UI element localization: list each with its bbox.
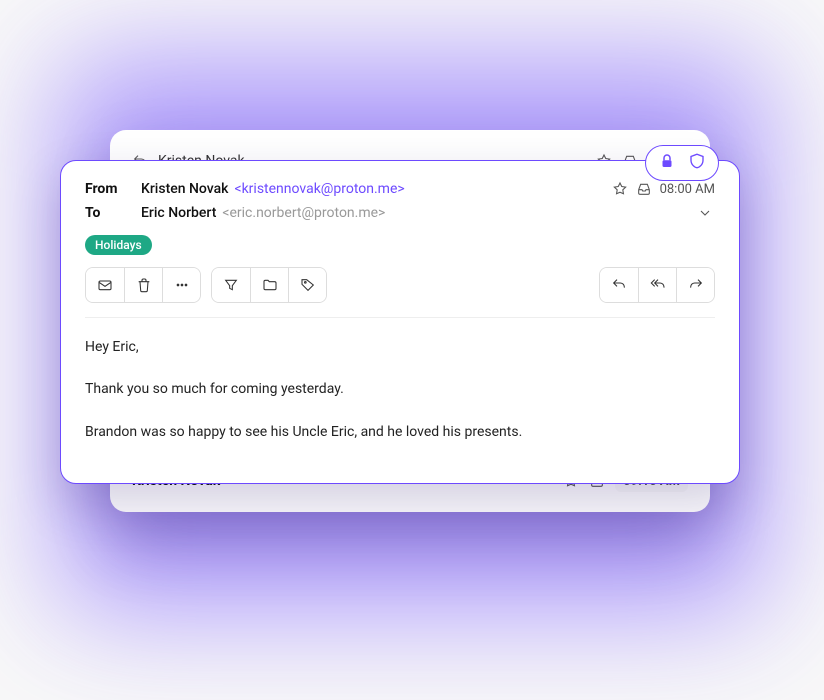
action-group-2 — [211, 267, 327, 303]
from-email[interactable]: <kristennovak@proton.me> — [234, 181, 404, 197]
to-label: To — [85, 205, 141, 221]
email-toolbar — [85, 267, 715, 303]
reply-button[interactable] — [600, 268, 638, 302]
star-icon[interactable] — [612, 181, 628, 197]
divider — [85, 317, 715, 318]
body-paragraph: Hey Eric, — [85, 336, 715, 358]
email-time: 08:00 AM — [660, 182, 715, 197]
to-name: Eric Norbert — [141, 205, 216, 221]
email-detail-card: From Kristen Novak <kristennovak@proton.… — [60, 160, 740, 484]
shield-icon — [688, 152, 706, 174]
forward-button[interactable] — [676, 268, 714, 302]
action-group-1 — [85, 267, 201, 303]
filter-button[interactable] — [212, 268, 250, 302]
expand-recipients-button[interactable] — [695, 203, 715, 223]
tag-button[interactable] — [288, 268, 326, 302]
label-tag[interactable]: Holidays — [85, 235, 152, 255]
from-row: From Kristen Novak <kristennovak@proton.… — [85, 181, 715, 197]
more-button[interactable] — [162, 268, 200, 302]
reply-group — [599, 267, 715, 303]
move-to-folder-button[interactable] — [250, 268, 288, 302]
to-row: To Eric Norbert <eric.norbert@proton.me> — [85, 203, 715, 223]
email-body: Hey Eric, Thank you so much for coming y… — [85, 336, 715, 443]
from-name: Kristen Novak — [141, 181, 228, 197]
to-email[interactable]: <eric.norbert@proton.me> — [222, 205, 385, 221]
trash-button[interactable] — [124, 268, 162, 302]
body-paragraph: Thank you so much for coming yesterday. — [85, 378, 715, 400]
security-badge[interactable] — [645, 145, 719, 181]
lock-icon — [658, 152, 676, 174]
mark-unread-button[interactable] — [86, 268, 124, 302]
inbox-icon[interactable] — [636, 181, 652, 197]
from-label: From — [85, 181, 141, 197]
reply-all-button[interactable] — [638, 268, 676, 302]
body-paragraph: Brandon was so happy to see his Uncle Er… — [85, 421, 715, 443]
